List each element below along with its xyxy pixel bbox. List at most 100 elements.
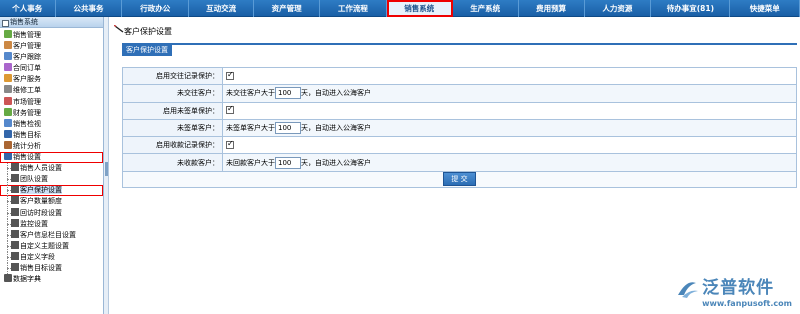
- enable-checkbox[interactable]: [226, 70, 234, 80]
- submit-cell: 提 交: [122, 170, 797, 188]
- sidebar-item-label: 维修工单: [13, 86, 41, 95]
- days-prefix: 未交往客户大于: [226, 89, 275, 98]
- nav-tab[interactable]: 资产管理: [254, 0, 321, 17]
- sidebar-item-label: 市场管理: [13, 97, 41, 106]
- sidebar-item-label: 销售人员设置: [20, 164, 62, 173]
- nav-tab[interactable]: 互动交流: [189, 0, 255, 17]
- watermark-logo: 泛普软件 www.fanpusoft.com: [674, 277, 792, 308]
- sidebar-item-label: 合同订单: [13, 64, 41, 73]
- nav-tab[interactable]: 生产系统: [453, 0, 519, 17]
- sidebar-item[interactable]: 销售目标: [0, 129, 103, 141]
- sidebar-item[interactable]: 自定义主题设置: [0, 240, 103, 252]
- form-row: 未签单客户： 未签单客户大于 100 天，自动进入公海客户: [122, 118, 797, 138]
- nav-tab[interactable]: 快捷菜单: [730, 0, 800, 17]
- page-icon: [11, 240, 19, 249]
- sidebar-item[interactable]: 销售目标设置: [0, 262, 103, 275]
- sidebar-item-label: 财务管理: [13, 108, 41, 117]
- tab-customer-protection[interactable]: 客户保护设置: [122, 45, 172, 56]
- days-prefix: 未签单客户大于: [226, 124, 275, 133]
- form-value: [222, 136, 797, 155]
- sidebar-item[interactable]: 销售人员设置: [0, 163, 103, 175]
- enable-checkbox[interactable]: [226, 139, 234, 149]
- sidebar-item[interactable]: 统计分析: [0, 140, 103, 152]
- folder-icon: [4, 41, 12, 50]
- sidebar-item-label: 客户服务: [13, 75, 41, 84]
- sidebar-item[interactable]: 客户跟踪: [0, 52, 103, 63]
- sidebar-item[interactable]: 销售管理: [0, 30, 103, 41]
- sidebar-item[interactable]: 客户管理: [0, 41, 103, 52]
- submit-button[interactable]: 提 交: [443, 172, 476, 187]
- form-value: 未签单客户大于 100 天，自动进入公海客户: [222, 118, 797, 138]
- nav-tab[interactable]: 待办事宜(81): [651, 0, 731, 17]
- nav-tab[interactable]: 个人事务: [0, 0, 56, 17]
- sidebar-splitter[interactable]: [104, 17, 109, 314]
- days-suffix: 天，自动进入公海客户: [301, 89, 371, 98]
- sidebar-item[interactable]: 团队设置: [0, 174, 103, 186]
- sidebar-item[interactable]: 监控设置: [0, 218, 103, 230]
- main-content: 客户保护设置 客户保护设置 启用交往记录保护：未交往客户：未交往客户大于100天…: [110, 17, 800, 314]
- sidebar-item[interactable]: 市场管理: [0, 96, 103, 108]
- form-value: 未回款客户大于 100 天，自动进入公海客户: [222, 153, 797, 172]
- nav-tab[interactable]: 公共事务: [56, 0, 123, 17]
- folder-icon: [4, 118, 12, 127]
- form-value: [222, 101, 797, 120]
- days-input[interactable]: 100: [275, 156, 301, 169]
- sidebar-item-label: 销售管理: [13, 31, 41, 39]
- folder-icon: [4, 52, 12, 61]
- page-icon: [11, 196, 19, 205]
- folder-icon: [4, 85, 12, 94]
- sidebar-tree: 销售管理客户管理客户跟踪合同订单客户服务维修工单市场管理财务管理销售检视销售目标…: [0, 28, 103, 285]
- page-icon: [11, 251, 19, 260]
- sidebar-item-label: 客户信息栏目设置: [20, 230, 76, 239]
- sidebar: 销售系统 销售管理客户管理客户跟踪合同订单客户服务维修工单市场管理财务管理销售检…: [0, 17, 104, 314]
- sidebar-item-label: 回访时段设置: [20, 208, 62, 217]
- sidebar-item-label: 自定义字段: [20, 252, 55, 261]
- sidebar-item[interactable]: 销售设置: [0, 152, 103, 164]
- folder-icon: [4, 140, 12, 149]
- form-row: 未交往客户： 未交往客户大于 100 天，自动进入公海客户: [122, 84, 797, 103]
- page-icon: [11, 174, 19, 183]
- page-icon: [11, 229, 19, 238]
- nav-tab[interactable]: 行政办公: [122, 0, 190, 17]
- splitter-grip-icon[interactable]: [105, 162, 108, 176]
- folder-icon: [4, 96, 12, 105]
- sidebar-item[interactable]: 客户信息栏目设置: [0, 229, 103, 241]
- nav-tab[interactable]: 销售系统: [386, 0, 453, 17]
- sidebar-item[interactable]: 客户数量额度: [0, 196, 103, 208]
- days-input[interactable]: 100: [275, 87, 301, 100]
- sidebar-item-label: 销售目标设置: [20, 263, 62, 272]
- days-input[interactable]: 100: [275, 122, 301, 135]
- form-row: 启用未签单保护：: [122, 101, 797, 120]
- days-suffix: 天，自动进入公海客户: [301, 158, 371, 167]
- sidebar-item-label: 自定义主题设置: [20, 241, 69, 250]
- form-row: 未收款客户： 未回款客户大于 100 天，自动进入公海客户: [122, 153, 797, 172]
- sidebar-item-label: 销售目标: [13, 130, 41, 139]
- enable-checkbox[interactable]: [226, 104, 234, 115]
- sidebar-item-label: 客户跟踪: [13, 53, 41, 62]
- nav-tab[interactable]: 工作流程: [320, 0, 387, 17]
- sidebar-item[interactable]: 客户保护设置: [0, 185, 103, 197]
- folder-icon: [4, 30, 12, 38]
- top-nav: 个人事务 公共事务 行政办公 互动交流 资产管理 工作流程 销售系统 生产系统 费用预算 人力资源…: [0, 0, 800, 17]
- sidebar-item[interactable]: 数据字典: [0, 274, 103, 285]
- form-label: 启用未签单保护：: [122, 101, 223, 120]
- sidebar-item[interactable]: 维修工单: [0, 85, 103, 96]
- nav-tab[interactable]: 费用预算: [519, 0, 585, 17]
- sidebar-item-label: 客户管理: [13, 42, 41, 51]
- page-icon: [11, 218, 19, 227]
- folder-icon: [4, 152, 12, 161]
- sidebar-item[interactable]: 自定义字段: [0, 251, 103, 263]
- sidebar-item[interactable]: 回访时段设置: [0, 207, 103, 219]
- sidebar-item[interactable]: 销售检视: [0, 118, 103, 130]
- sidebar-title[interactable]: 销售系统: [0, 17, 103, 28]
- nav-tab[interactable]: 人力资源: [585, 0, 652, 17]
- sidebar-item-label: 团队设置: [20, 175, 48, 184]
- form-row: 启用收款记录保护：: [122, 136, 797, 155]
- form-value: 未交往客户大于 100 天，自动进入公海客户: [222, 84, 797, 103]
- page-icon: [11, 262, 19, 271]
- sidebar-item[interactable]: 合同订单: [0, 63, 103, 74]
- sidebar-item[interactable]: 财务管理: [0, 107, 103, 119]
- form-label: 未交往客户：: [122, 84, 223, 103]
- sidebar-item-label: 销售检视: [13, 119, 41, 128]
- sidebar-item[interactable]: 客户服务: [0, 74, 103, 85]
